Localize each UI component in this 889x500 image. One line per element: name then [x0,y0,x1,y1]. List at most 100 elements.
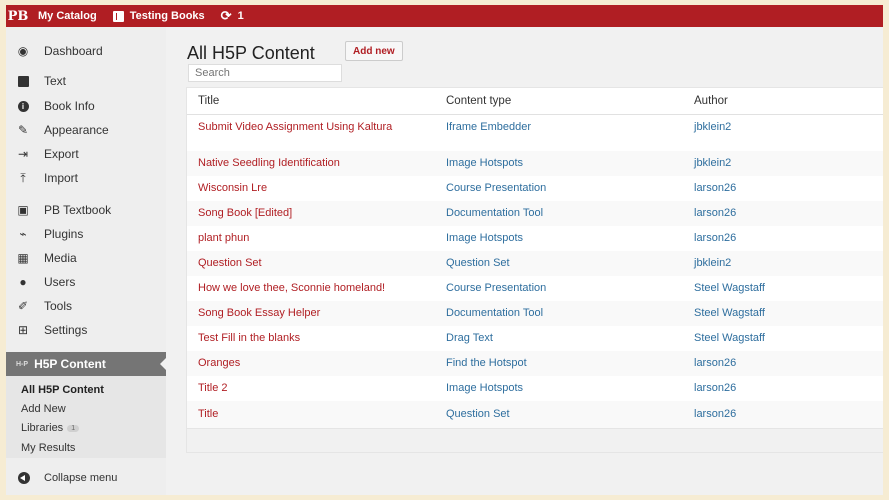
content-type-link[interactable]: Image Hotspots [446,382,523,395]
tools-icon: ✐ [17,299,29,313]
table-row: Oranges Find the Hotspot larson26 [187,351,883,376]
author-link[interactable]: Steel Wagstaff [694,282,765,295]
menu-import[interactable]: ⤒ Import [6,168,166,188]
submenu-libraries[interactable]: Libraries 1 [21,422,80,434]
users-icon: ● [19,275,27,289]
content-type-link[interactable]: Question Set [446,408,510,421]
table-row: Submit Video Assignment Using Kaltura If… [187,115,883,151]
submenu-my-results[interactable]: My Results [21,442,75,454]
content-title-link[interactable]: Title [198,408,428,421]
menu-label: Text [44,74,67,88]
author-link[interactable]: Steel Wagstaff [694,332,765,345]
content-title-link[interactable]: Test Fill in the blanks [198,332,428,345]
content-type-link[interactable]: Find the Hotspot [446,357,527,370]
menu-settings[interactable]: ⊞ Settings [6,320,166,340]
author-link[interactable]: larson26 [694,357,736,370]
menu-text[interactable]: Text [6,71,166,91]
column-content-type-header[interactable]: Content type [446,95,511,107]
menu-label: Import [44,171,79,185]
menu-label: Export [44,147,79,161]
content-type-link[interactable]: Documentation Tool [446,307,543,320]
table-row: plant phun Image Hotspots larson26 [187,226,883,251]
author-link[interactable]: jbklein2 [694,257,731,270]
my-catalog-link[interactable]: My Catalog [30,5,105,27]
menu-h5p-content[interactable]: H-P H5P Content [6,352,166,376]
pressbooks-logo[interactable]: PB [6,5,30,27]
column-author-header[interactable]: Author [694,95,728,107]
menu-appearance[interactable]: ✎ Appearance [6,120,166,140]
table-header: Title Content type Author [187,88,883,115]
my-catalog-label: My Catalog [38,10,97,22]
updates-link[interactable]: ⟳ 1 [213,5,252,27]
menu-label: Appearance [44,123,109,137]
menu-label: Media [44,251,77,265]
content-title-link[interactable]: Submit Video Assignment Using Kaltura [198,121,428,134]
menu-book-info[interactable]: i Book Info [6,96,166,116]
libraries-count-badge: 1 [67,424,80,432]
table-row: Title 2 Image Hotspots larson26 [187,376,883,401]
menu-users[interactable]: ● Users [6,272,166,292]
collapse-menu-button[interactable]: Collapse menu [6,468,166,488]
menu-media[interactable]: ▦ Media [6,248,166,268]
content-title-link[interactable]: plant phun [198,232,428,245]
column-title-header[interactable]: Title [198,95,219,107]
author-link[interactable]: jbklein2 [694,121,731,134]
table-row: Test Fill in the blanks Drag Text Steel … [187,326,883,351]
submenu-all-h5p-content[interactable]: All H5P Content [21,384,104,396]
content-title-link[interactable]: Native Seedling Identification [198,157,428,170]
submenu-label: Libraries [21,422,64,434]
content-title-link[interactable]: Song Book [Edited] [198,207,428,220]
import-icon: ⤒ [20,170,26,185]
search-input[interactable] [188,64,342,82]
table-row: How we love thee, Sconnie homeland! Cour… [187,276,883,301]
menu-pb-textbook[interactable]: ▣ PB Textbook [6,200,166,220]
book-link[interactable]: Testing Books [105,5,213,27]
collapse-icon [18,472,30,484]
content-type-link[interactable]: Iframe Embedder [446,121,531,134]
content-type-link[interactable]: Image Hotspots [446,157,523,170]
export-icon: ⇥ [17,147,29,161]
content-title-link[interactable]: Wisconsin Lre [198,182,428,195]
content-type-link[interactable]: Question Set [446,257,510,270]
collapse-label: Collapse menu [44,472,118,484]
content-type-link[interactable]: Drag Text [446,332,493,345]
updates-count: 1 [237,10,244,22]
menu-label: Users [44,275,76,289]
content-title-link[interactable]: How we love thee, Sconnie homeland! [198,282,428,295]
text-icon [14,75,32,87]
table-row: Question Set Question Set jbklein2 [187,251,883,276]
page-title: All H5P Content [187,43,315,63]
sync-icon: ⟳ [220,8,232,23]
add-new-button[interactable]: Add new [345,41,403,61]
author-link[interactable]: larson26 [694,408,736,421]
menu-plugins[interactable]: ⌁ Plugins [6,224,166,244]
content-type-link[interactable]: Course Presentation [446,182,546,195]
content-type-link[interactable]: Documentation Tool [446,207,543,220]
author-link[interactable]: jbklein2 [694,157,731,170]
author-link[interactable]: Steel Wagstaff [694,307,765,320]
menu-label: Tools [44,299,73,313]
menu-label: Book Info [44,99,95,113]
content-title-link[interactable]: Title 2 [198,382,428,395]
submenu-add-new[interactable]: Add New [21,403,66,415]
content-title-link[interactable]: Oranges [198,357,428,370]
menu-dashboard[interactable]: ◉ Dashboard [6,41,166,61]
content-type-link[interactable]: Image Hotspots [446,232,523,245]
table-footer [186,429,883,453]
menu-tools[interactable]: ✐ Tools [6,296,166,316]
media-icon: ▦ [17,251,29,265]
author-link[interactable]: larson26 [694,232,736,245]
appearance-icon: ✎ [17,123,29,137]
author-link[interactable]: larson26 [694,382,736,395]
menu-label: Plugins [44,227,84,241]
author-link[interactable]: larson26 [694,207,736,220]
content-type-link[interactable]: Course Presentation [446,282,546,295]
book-label: Testing Books [129,10,205,22]
content-title-link[interactable]: Question Set [198,257,428,270]
settings-icon: ⊞ [17,323,29,337]
app-window: PB My Catalog Testing Books ⟳ 1 ◉ Dashbo… [6,5,883,495]
table-row: Song Book [Edited] Documentation Tool la… [187,201,883,226]
menu-export[interactable]: ⇥ Export [6,144,166,164]
content-title-link[interactable]: Song Book Essay Helper [198,307,428,320]
author-link[interactable]: larson26 [694,182,736,195]
